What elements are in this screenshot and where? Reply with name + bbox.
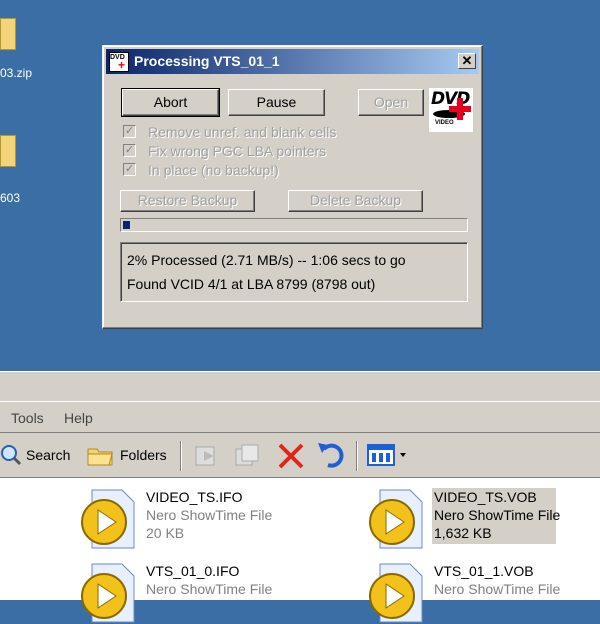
close-button[interactable]: ✕	[458, 53, 476, 69]
folders-label: Folders	[120, 447, 167, 463]
processing-dialog: DVD + Processing VTS_01_1 ✕ Abort Pause …	[102, 45, 483, 329]
explorer-toolbar: Search Folders	[0, 433, 600, 478]
status-line-vcid: Found VCID 4/1 at LBA 8799 (8798 out)	[127, 276, 376, 292]
desktop-icon-label-zip[interactable]: 03.zip	[0, 66, 32, 80]
search-icon	[1, 445, 22, 466]
menu-bar: Tools Help	[0, 401, 600, 433]
file-size: 20 KB	[146, 525, 185, 541]
file-type: Nero ShowTime File	[146, 581, 273, 597]
checkbox-box[interactable]: ✓	[123, 163, 136, 176]
file-size: 1,632 KB	[434, 525, 492, 541]
restore-backup-button[interactable]: Restore Backup	[120, 190, 255, 212]
folders-icon	[87, 448, 113, 466]
folder-icon[interactable]	[0, 135, 16, 167]
views-button[interactable]	[366, 441, 412, 469]
dialog-title: Processing VTS_01_1	[134, 53, 280, 69]
progress-bar	[120, 218, 468, 232]
search-button[interactable]: Search	[0, 441, 74, 469]
zip-file-icon[interactable]	[0, 18, 16, 50]
file-list: VIDEO_TS.IFO Nero ShowTime File 20 KB VI…	[0, 478, 600, 623]
open-button[interactable]: Open	[358, 89, 424, 116]
menu-help[interactable]: Help	[64, 410, 93, 426]
undo-icon[interactable]	[316, 441, 348, 471]
file-name: VTS_01_1.VOB	[434, 563, 534, 579]
progress-fill	[123, 221, 130, 229]
file-name: VIDEO_TS.VOB	[434, 489, 537, 505]
pause-button[interactable]: Pause	[228, 89, 325, 116]
toolbar-separator	[356, 441, 358, 471]
status-line-progress: 2% Processed (2.71 MB/s) -- 1:06 secs to…	[127, 252, 406, 268]
move-to-icon[interactable]	[192, 441, 222, 471]
close-icon: ✕	[461, 53, 473, 68]
checkbox-box[interactable]: ✓	[123, 125, 136, 138]
abort-button[interactable]: Abort	[121, 88, 220, 117]
file-type: Nero ShowTime File	[146, 507, 273, 523]
file-name: VIDEO_TS.IFO	[146, 489, 243, 505]
checkbox-label: Remove unref. and blank cells	[148, 124, 337, 140]
checkbox-label: Fix wrong PGC LBA pointers	[148, 143, 327, 159]
file-name: VTS_01_0.IFO	[146, 563, 240, 579]
red-plus-icon	[449, 98, 471, 120]
dialog-titlebar[interactable]: DVD + Processing VTS_01_1 ✕	[106, 49, 479, 74]
nero-showtime-file-icon	[369, 489, 423, 549]
search-label: Search	[26, 447, 71, 463]
copy-to-icon[interactable]	[232, 441, 262, 471]
file-type: Nero ShowTime File	[434, 581, 561, 597]
checkbox-box[interactable]: ✓	[123, 144, 136, 157]
nero-showtime-file-icon	[81, 489, 135, 549]
views-icon	[367, 444, 406, 466]
desktop-icon-label-folder[interactable]: 603	[0, 191, 20, 205]
status-panel: 2% Processed (2.71 MB/s) -- 1:06 secs to…	[120, 242, 468, 302]
dvd-logo-subtext: VIDEO	[435, 120, 454, 126]
dvd-video-logo: DVD VIDEO	[429, 88, 473, 132]
folders-button[interactable]: Folders	[86, 441, 172, 469]
toolbar-separator	[180, 441, 182, 471]
checkbox-label: In place (no backup!)	[148, 162, 279, 178]
dvd-app-icon: DVD +	[109, 52, 129, 72]
explorer-titlebar-strip	[0, 371, 600, 401]
nero-showtime-file-icon	[81, 563, 135, 623]
delete-backup-button[interactable]: Delete Backup	[288, 190, 423, 212]
file-type: Nero ShowTime File	[434, 507, 561, 523]
menu-tools[interactable]: Tools	[11, 410, 44, 426]
nero-showtime-file-icon	[369, 563, 423, 623]
delete-icon[interactable]	[276, 441, 306, 471]
